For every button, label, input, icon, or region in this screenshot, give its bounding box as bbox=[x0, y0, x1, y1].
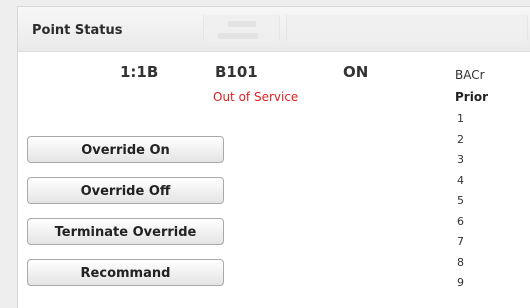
priority-level: 7 bbox=[457, 235, 464, 248]
priority-level: 9 bbox=[457, 276, 464, 289]
faded-header-text bbox=[218, 33, 258, 39]
panel-title: Point Status bbox=[32, 23, 123, 38]
override-off-button[interactable]: Override Off bbox=[27, 177, 224, 204]
terminate-override-button[interactable]: Terminate Override bbox=[27, 218, 224, 245]
priority-level: 2 bbox=[457, 132, 464, 146]
panel-header: Point Status bbox=[18, 7, 530, 52]
priority-level: 3 bbox=[457, 153, 464, 166]
priority-level: 4 bbox=[457, 173, 464, 187]
point-value: ON bbox=[343, 63, 369, 81]
override-on-button[interactable]: Override On bbox=[27, 136, 224, 163]
faded-header-tab bbox=[286, 15, 528, 41]
bacnet-label: BACr bbox=[455, 68, 485, 82]
priority-level: 1 bbox=[457, 112, 464, 125]
priority-level: 6 bbox=[457, 214, 464, 228]
out-of-service-status: Out of Service bbox=[213, 90, 299, 104]
priority-level: 8 bbox=[457, 255, 464, 269]
point-name: B101 bbox=[215, 63, 258, 81]
priority-column-header: Prior bbox=[455, 90, 488, 104]
recommand-button[interactable]: Recommand bbox=[27, 259, 224, 286]
point-address: 1:1B bbox=[120, 63, 159, 81]
faded-header-text bbox=[228, 21, 256, 27]
priority-list: 1 2 3 4 5 6 7 8 9 bbox=[457, 112, 464, 297]
priority-level: 5 bbox=[457, 194, 464, 207]
